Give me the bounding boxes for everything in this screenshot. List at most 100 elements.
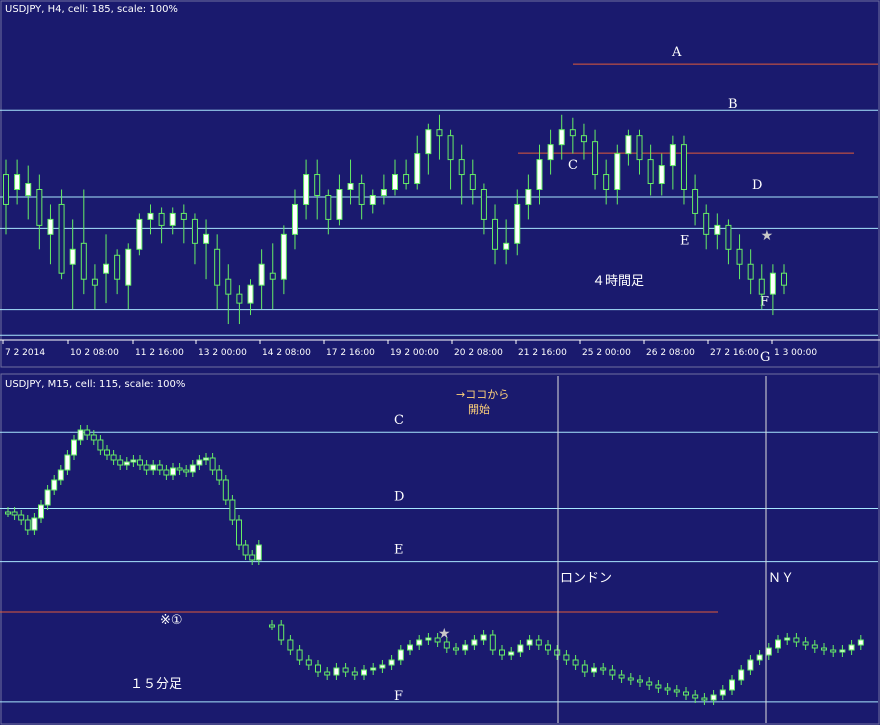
lower-early-candle-body	[5, 511, 11, 515]
upper-candle-body	[214, 248, 221, 286]
lower-early-candle-body	[130, 459, 137, 463]
lower-late-candle-body	[407, 644, 413, 651]
upper-candle-body	[314, 174, 321, 196]
upper-level-label-a: A	[671, 45, 682, 60]
upper-x-tick-label: 11 2 16:00	[135, 348, 184, 358]
upper-candle-body	[225, 278, 232, 295]
lower-early-candle-body	[176, 467, 183, 471]
upper-candle-body	[547, 144, 554, 161]
upper-level-label-g: G	[760, 350, 770, 365]
lower-late-candle-body	[811, 644, 818, 649]
lower-late-candle-body	[692, 694, 699, 699]
lower-late-candle-body	[315, 664, 321, 673]
upper-candle-body	[147, 212, 154, 220]
upper-candle-body	[403, 174, 410, 185]
lower-early-candle-body	[156, 464, 163, 471]
lower-early-candle-body	[44, 489, 51, 506]
lower-early-candle-body	[97, 439, 104, 451]
upper-candle-body	[158, 212, 165, 226]
lower-early-candle-body	[51, 479, 58, 491]
london-label: ロンドン	[560, 571, 612, 586]
upper-x-tick-label: 13 2 00:00	[198, 348, 247, 358]
upper-candle-body	[236, 293, 243, 304]
lower-late-candle-body	[756, 654, 763, 661]
upper-x-tick-label: 1 3 00:00	[774, 348, 817, 358]
lower-late-candle-body	[802, 641, 809, 646]
lower-late-candle-body	[397, 649, 404, 661]
ny-label: ＮＹ	[768, 571, 794, 586]
upper-candle-body	[203, 233, 210, 244]
lower-early-candle-body	[170, 467, 176, 476]
lower-late-candle-body	[655, 684, 662, 689]
upper-candle-body	[625, 135, 632, 155]
lower-panel	[0, 373, 880, 725]
upper-x-tick-label: 7 2 2014	[5, 348, 45, 358]
upper-candle-body	[569, 129, 576, 137]
upper-level-label-e: E	[680, 233, 690, 248]
upper-candle-body	[536, 159, 543, 191]
lower-late-candle-body	[857, 639, 864, 646]
upper-candle-body	[47, 218, 54, 235]
lower-level-label-d: D	[394, 490, 404, 505]
lower-early-candle-body	[255, 544, 262, 561]
lower-late-candle-body	[508, 651, 515, 656]
upper-candle-body	[480, 189, 487, 220]
lower-late-candle-body	[738, 669, 745, 681]
lower-late-candle-body	[646, 681, 653, 686]
upper-x-tick-label: 19 2 00:00	[390, 348, 439, 358]
upper-x-tick-label: 26 2 08:00	[646, 348, 695, 358]
lower-early-candle-body	[189, 464, 196, 473]
upper-candle-body	[269, 272, 276, 280]
lower-early-candle-body	[38, 504, 44, 519]
upper-candle-body	[103, 263, 110, 274]
lower-late-candle-body	[821, 647, 827, 651]
lower-late-candle-body	[563, 654, 570, 661]
lower-late-candle-body	[830, 649, 837, 653]
lower-title: USDJPY, M15, cell: 115, scale: 100%	[5, 379, 185, 390]
lower-late-candle-body	[775, 639, 781, 649]
lower-late-candle-body	[489, 634, 496, 651]
lower-early-candle-body	[242, 544, 249, 556]
upper-candle-body	[580, 135, 587, 143]
upper-level-label-b: B	[728, 97, 738, 112]
lower-early-candle-body	[117, 459, 124, 466]
lower-early-candle-body	[150, 464, 157, 471]
lower-early-candle-body	[203, 457, 209, 461]
lower-late-candle-body	[324, 671, 331, 676]
upper-candle-body	[680, 144, 687, 190]
lower-late-candle-body	[471, 639, 478, 646]
lower-late-candle-body	[609, 669, 616, 676]
start-annotation-line2: 開始	[468, 402, 490, 416]
lower-early-candle-body	[110, 454, 117, 461]
upper-candle-body	[114, 254, 121, 280]
lower-late-candle-body	[296, 649, 303, 661]
lower-early-candle-body	[77, 429, 84, 441]
upper-candle-body	[392, 174, 398, 191]
upper-candle-body	[80, 242, 87, 280]
lower-early-candle-body	[137, 459, 143, 466]
lower-late-candle-body	[793, 637, 800, 643]
upper-timeframe-note: ４時間足	[592, 274, 644, 289]
upper-candle-body	[636, 135, 643, 161]
lower-level-label-f: F	[394, 689, 403, 704]
upper-candle-body	[647, 159, 654, 185]
upper-candle-body	[747, 263, 754, 280]
upper-candle-body	[503, 242, 510, 250]
lower-late-candle-body	[673, 689, 680, 693]
lower-early-candle-body	[196, 459, 203, 466]
lower-early-candle-body	[236, 519, 242, 546]
upper-candle-body	[191, 218, 198, 244]
lower-late-candle-body	[370, 667, 377, 671]
lower-early-candle-body	[123, 461, 130, 466]
upper-candle-body	[492, 218, 499, 250]
lower-early-candle-body	[57, 469, 64, 481]
upper-candle-body	[347, 183, 354, 191]
upper-candle-body	[325, 194, 332, 220]
lower-early-candle-body	[163, 469, 170, 476]
upper-candle-body	[592, 141, 599, 176]
lower-late-candle-body	[554, 649, 561, 656]
chart-canvas: USDJPY, H4, cell: 185, scale: 100% USDJP…	[0, 0, 880, 725]
upper-candle-body	[180, 212, 187, 220]
lower-late-candle-body	[581, 664, 588, 673]
lower-late-candle-body	[664, 687, 671, 691]
